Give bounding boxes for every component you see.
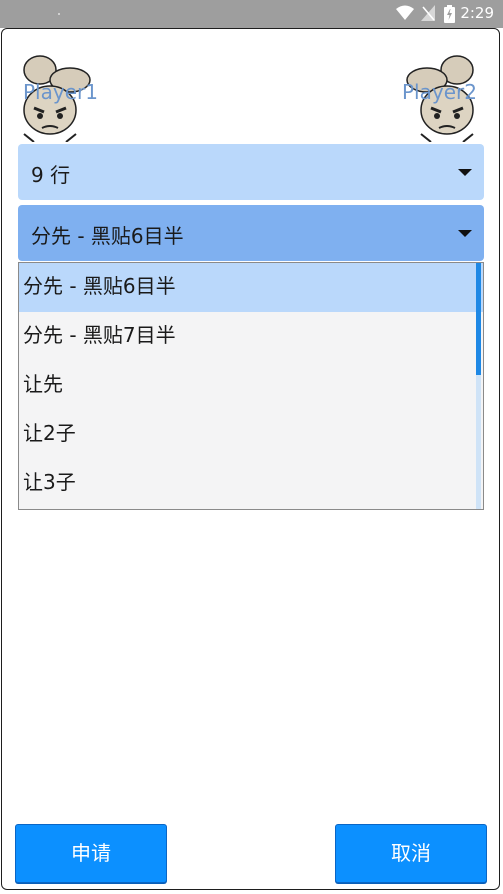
wifi-icon <box>396 5 414 20</box>
handicap-option[interactable]: 分先 - 黑贴7目半 <box>19 312 483 361</box>
board-size-select[interactable]: 9 行 <box>18 144 484 200</box>
clock: 2:29 <box>460 4 494 22</box>
battery-icon <box>444 5 455 23</box>
signal-off-icon <box>421 5 435 21</box>
handicap-select[interactable]: 分先 - 黑贴6目半 <box>18 205 484 261</box>
dropdown-arrow-icon <box>458 230 472 237</box>
player1-label: Player1 <box>23 80 98 104</box>
status-dot <box>58 13 60 15</box>
handicap-option[interactable]: 让3子 <box>19 459 483 508</box>
handicap-value: 分先 - 黑贴6目半 <box>31 224 184 248</box>
scrollbar-track <box>476 375 481 509</box>
status-bar: 2:29 <box>0 0 503 28</box>
dropdown-arrow-icon <box>458 169 472 176</box>
board-size-value: 9 行 <box>31 163 71 187</box>
handicap-option[interactable]: 让2子 <box>19 410 483 459</box>
handicap-option[interactable]: 分先 - 黑贴6目半 <box>19 263 483 312</box>
handicap-options-list: 分先 - 黑贴6目半 分先 - 黑贴7目半 让先 让2子 让3子 <box>18 262 484 510</box>
handicap-option[interactable]: 让先 <box>19 361 483 410</box>
cancel-button[interactable]: 取消 <box>335 824 487 883</box>
scrollbar-thumb[interactable] <box>476 263 481 375</box>
apply-button[interactable]: 申请 <box>15 824 167 883</box>
player2-label: Player2 <box>402 80 477 104</box>
